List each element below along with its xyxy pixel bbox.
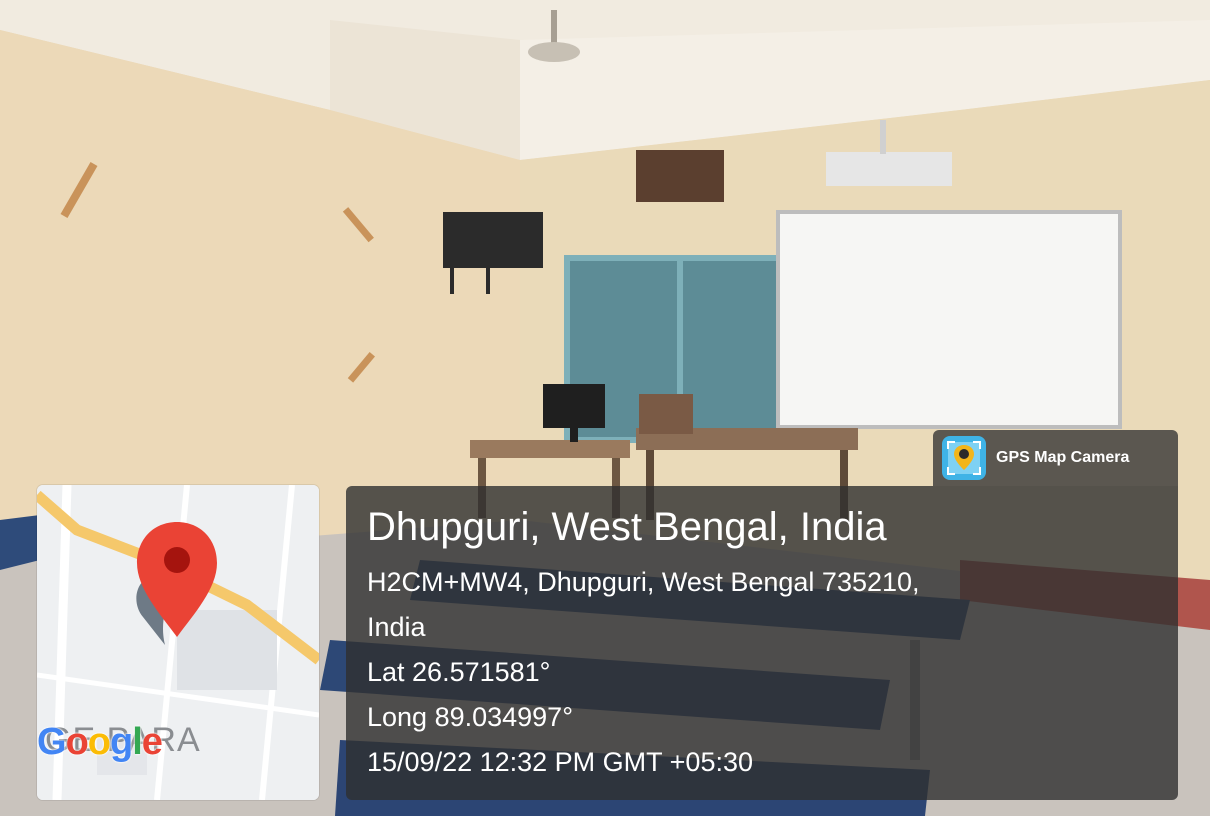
app-badge: GPS Map Camera xyxy=(933,430,1178,486)
location-info-panel: Dhupguri, West Bengal, India H2CM+MW4, D… xyxy=(346,486,1178,800)
longitude-text: Long 89.034997° xyxy=(367,702,573,732)
address-line-2: India xyxy=(367,612,426,642)
datetime-text: 15/09/22 12:32 PM GMT +05:30 xyxy=(367,747,754,777)
google-logo: Google xyxy=(37,721,163,763)
latitude-text: Lat 26.571581° xyxy=(367,657,551,687)
app-name: GPS Map Camera xyxy=(996,449,1130,466)
address-line-1: H2CM+MW4, Dhupguri, West Bengal 735210, xyxy=(367,567,920,597)
map-thumbnail: GE PARA Google xyxy=(37,485,319,800)
gps-map-camera-icon xyxy=(942,436,986,480)
place-title: Dhupguri, West Bengal, India xyxy=(367,505,887,549)
